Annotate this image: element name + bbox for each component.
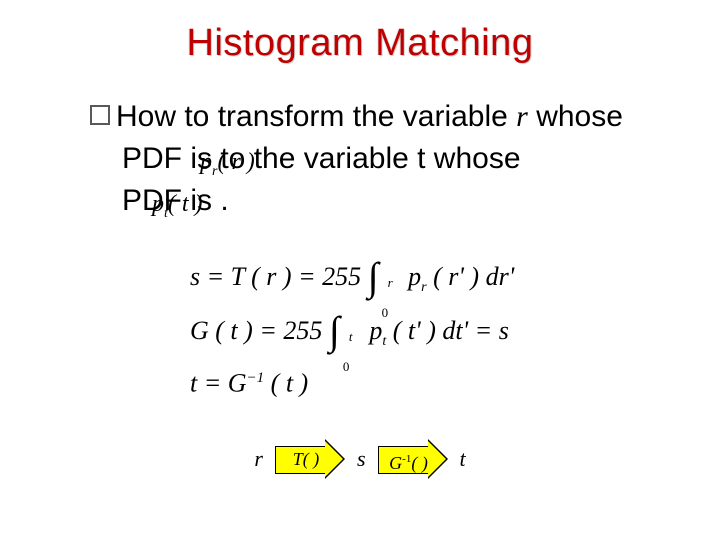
eq1-int-top: r — [388, 256, 393, 310]
flow-g: G — [389, 453, 402, 473]
variable-r: r — [516, 100, 528, 133]
flow-label-T: T( ) — [275, 440, 337, 478]
eq2-pt: pt ( t' ) dt' = s — [369, 316, 508, 345]
pt-expression: pt( t ) — [152, 188, 203, 223]
flow-gsup: -1 — [402, 453, 411, 465]
pr-expression: pr( r ) — [200, 146, 255, 181]
eq1-pr: pr ( r' ) dr' — [408, 262, 514, 291]
eq1-lhs: s = T ( r ) = 255 — [190, 262, 361, 291]
eq1-integral-icon: ∫ r 0 — [368, 250, 402, 304]
bullet-text: How to transform the variable r whose PD… — [90, 96, 640, 222]
pr-paren: ( r ) — [217, 149, 254, 175]
pdf-is-r-wrap: PDF is pr( r ) — [122, 138, 212, 180]
pt-p: p — [152, 191, 164, 217]
eq2-int-top: t — [349, 310, 353, 364]
flow-gparen: ( ) — [411, 453, 428, 473]
bullet-line-3b: . — [212, 184, 229, 217]
bullet-marker-icon — [90, 105, 110, 125]
eq2-rest: ( t' ) dt' = s — [386, 316, 509, 345]
eq1-p: p — [408, 262, 421, 291]
bullet-line-1: How to transform the variable r whose — [90, 96, 640, 138]
equation-2: G ( t ) = 255 ∫ t 0 pt ( t' ) dt' = s — [190, 304, 620, 358]
pdf-is-text-1: PDF is — [122, 142, 212, 175]
equation-3: t = G−1 ( t ) — [190, 358, 620, 398]
pr-p: p — [200, 149, 212, 175]
bullet-line-2: PDF is pr( r ) to the variable t whose — [90, 138, 640, 180]
equation-1: s = T ( r ) = 255 ∫ r 0 pr ( r' ) dr' — [190, 250, 620, 304]
eq1-rest: ( r' ) dr' — [427, 262, 515, 291]
slide: Histogram Matching How to transform the … — [0, 0, 720, 540]
equations-block: s = T ( r ) = 255 ∫ r 0 pr ( r' ) dr' G … — [190, 250, 620, 398]
flow-var-t: t — [460, 446, 466, 472]
flow-arrow-T: T( ) — [275, 440, 345, 478]
flow-var-r: r — [254, 446, 263, 472]
slide-title: Histogram Matching — [0, 22, 720, 65]
flow-label-Ginv: G-1( ) — [378, 440, 440, 478]
eq2-p: p — [369, 316, 382, 345]
eq3-a: t = G — [190, 369, 247, 398]
transform-flow: r T( ) s G-1( ) t — [0, 440, 720, 478]
flow-arrow-Ginv: G-1( ) — [378, 440, 448, 478]
bullet-line-2b: to the variable t whose — [212, 142, 521, 175]
flow-var-s: s — [357, 446, 366, 472]
eq3-b: ( t ) — [264, 369, 308, 398]
eq3-sup: −1 — [247, 370, 265, 386]
eq2-integral-icon: ∫ t 0 — [329, 304, 363, 358]
pt-paren: ( t ) — [168, 191, 203, 217]
eq2-lhs: G ( t ) = 255 — [190, 316, 322, 345]
bullet-line-1a: How to transform the variable — [116, 100, 516, 133]
pdf-is-t-wrap: PDF is pt( t ) — [122, 180, 212, 222]
bullet-line-1b: whose — [528, 100, 623, 133]
bullet-line-3: PDF is pt( t ) . — [90, 180, 640, 222]
